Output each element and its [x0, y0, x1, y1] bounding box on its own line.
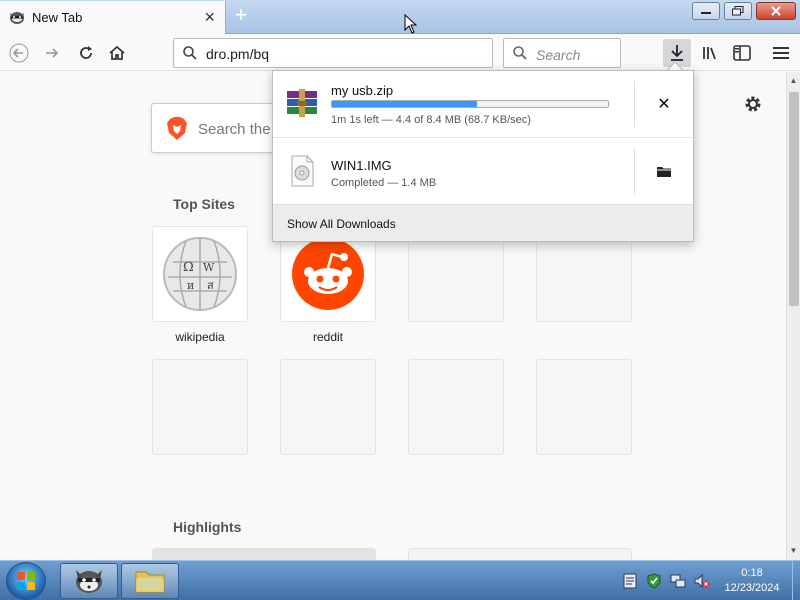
download-progress-fill	[332, 101, 477, 107]
search-bar-placeholder: Search	[536, 47, 581, 63]
scrollbar-thumb[interactable]	[789, 92, 799, 306]
reload-icon	[80, 46, 92, 59]
back-arrow-icon	[9, 43, 29, 63]
home-button[interactable]	[105, 41, 129, 65]
taskbar-explorer-button[interactable]	[121, 563, 179, 599]
home-icon	[109, 45, 125, 60]
clock-date: 12/23/2024	[724, 582, 780, 594]
download-filename: WIN1.IMG	[331, 158, 392, 173]
highlight-card[interactable]	[408, 548, 632, 560]
divider	[634, 81, 635, 127]
raccoon-browser-icon	[76, 570, 102, 593]
open-folder-button[interactable]	[651, 158, 677, 184]
wikipedia-globe-icon: Ω W и ส	[163, 237, 237, 311]
divider	[634, 148, 635, 194]
top-site-empty	[536, 359, 632, 455]
page-scrollbar[interactable]: ▲ ▼	[786, 72, 800, 560]
highlight-card[interactable]	[152, 548, 376, 560]
top-site-label: reddit	[312, 330, 344, 344]
svg-text:W: W	[203, 261, 215, 274]
back-button[interactable]	[7, 41, 31, 65]
search-bar[interactable]: Search	[503, 38, 621, 68]
top-site-empty	[152, 359, 248, 455]
downloads-panel: my usb.zip 1m 1s left — 4.4 of 8.4 MB (6…	[272, 70, 694, 242]
svg-text:ส: ส	[207, 279, 214, 292]
reload-button[interactable]	[74, 41, 98, 65]
svg-text:Ω: Ω	[183, 260, 194, 275]
volume-muted-icon[interactable]	[694, 573, 710, 589]
top-site-label: wikipedia	[175, 330, 225, 344]
close-icon: ✕	[657, 96, 671, 113]
title-bar: New Tab × +	[0, 0, 800, 34]
winrar-archive-icon	[287, 89, 317, 117]
scroll-up-arrow-icon[interactable]: ▲	[787, 74, 800, 88]
address-bar-url[interactable]: dro.pm/bq	[206, 46, 269, 62]
tab-close-button[interactable]: ×	[204, 7, 215, 27]
download-arrow-icon	[671, 45, 683, 61]
show-all-downloads-button[interactable]: Show All Downloads	[273, 204, 693, 241]
customize-button[interactable]	[743, 94, 763, 120]
windows-logo-icon	[17, 572, 35, 590]
hamburger-menu-icon	[773, 47, 789, 59]
restore-button[interactable]	[724, 2, 752, 20]
minimize-icon	[701, 12, 711, 14]
show-desktop-button[interactable]	[792, 561, 800, 600]
system-clock[interactable]: 0:18 12/23/2024	[716, 566, 788, 596]
sidebar-button[interactable]	[730, 41, 754, 65]
gear-icon	[745, 96, 761, 112]
download-status: 1m 1s left — 4.4 of 8.4 MB (68.7 KB/sec)	[331, 114, 531, 126]
library-icon	[703, 47, 716, 60]
download-item[interactable]: my usb.zip 1m 1s left — 4.4 of 8.4 MB (6…	[273, 71, 693, 137]
top-site-empty	[408, 359, 504, 455]
tab-title: New Tab	[32, 10, 83, 25]
scroll-down-arrow-icon[interactable]: ▼	[787, 544, 800, 558]
forward-button[interactable]	[40, 41, 64, 65]
library-button[interactable]	[698, 41, 722, 65]
address-bar[interactable]: dro.pm/bq	[173, 38, 493, 68]
new-tab-button[interactable]: +	[230, 4, 252, 26]
top-site-wikipedia[interactable]: Ω W и ส	[152, 226, 248, 322]
raccoon-favicon-icon	[10, 12, 24, 24]
start-button[interactable]	[6, 562, 46, 600]
tab-new-tab[interactable]: New Tab ×	[0, 1, 226, 34]
restore-icon	[732, 6, 744, 16]
security-shield-icon[interactable]	[646, 573, 662, 589]
show-all-downloads-label: Show All Downloads	[287, 217, 396, 231]
disc-image-file-icon	[291, 155, 314, 187]
forward-arrow-icon	[46, 48, 59, 58]
close-window-button[interactable]	[756, 2, 796, 20]
menu-button[interactable]	[769, 41, 793, 65]
clock-time: 0:18	[741, 567, 763, 579]
search-icon	[513, 46, 527, 60]
download-filename: my usb.zip	[331, 83, 394, 98]
action-center-icon[interactable]	[622, 573, 638, 589]
svg-text:и: и	[187, 279, 194, 292]
download-item[interactable]: WIN1.IMG Completed — 1.4 MB	[273, 138, 693, 204]
minimize-button[interactable]	[692, 2, 720, 20]
folder-icon	[657, 166, 671, 177]
close-icon	[771, 6, 781, 16]
window-controls	[692, 2, 796, 20]
top-site-empty	[280, 359, 376, 455]
download-status: Completed — 1.4 MB	[331, 177, 437, 189]
highlights-title: Highlights	[173, 519, 242, 535]
brave-lion-icon	[167, 117, 187, 140]
search-icon	[183, 46, 197, 60]
cancel-download-button[interactable]: ✕	[651, 91, 677, 117]
network-icon[interactable]	[670, 573, 686, 589]
top-sites-title: Top Sites	[173, 196, 235, 212]
taskbar: 0:18 12/23/2024	[0, 560, 800, 600]
sidebar-icon	[733, 45, 751, 61]
taskbar-browser-button[interactable]	[60, 563, 118, 599]
file-explorer-icon	[135, 571, 165, 593]
mouse-cursor-icon	[404, 14, 418, 34]
download-progress-bar	[331, 100, 609, 108]
